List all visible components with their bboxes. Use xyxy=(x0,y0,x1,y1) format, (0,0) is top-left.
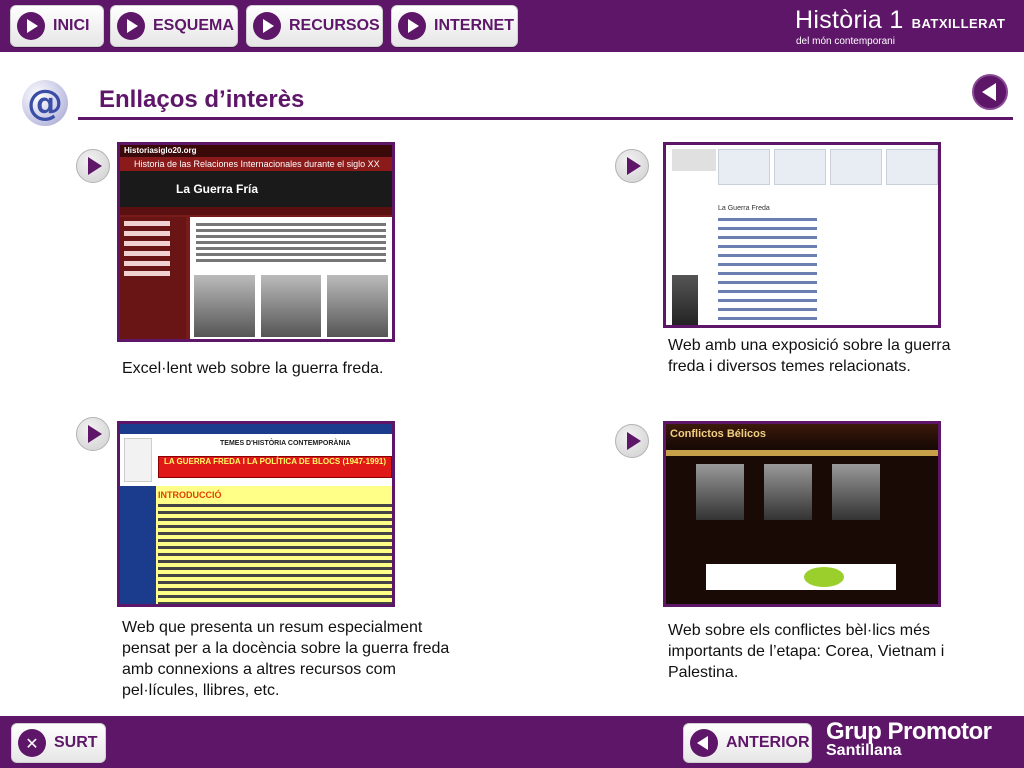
thumb-logo xyxy=(124,438,152,482)
previous-button[interactable]: ANTERIOR xyxy=(683,723,812,763)
play-icon xyxy=(627,432,641,450)
at-sign-icon: @ xyxy=(22,80,68,126)
thumb-sidebar xyxy=(120,486,156,604)
link-1-thumbnail[interactable]: Historiasiglo20.org Historia de las Rela… xyxy=(117,142,395,342)
thumb-header: Historiasiglo20.org xyxy=(120,145,392,157)
thumb-banner: La Guerra Fría xyxy=(120,171,392,207)
link-4-description: Web sobre els conflictes bèl·lics més im… xyxy=(668,622,945,681)
back-arrow-button[interactable] xyxy=(972,74,1008,110)
previous-label: ANTERIOR xyxy=(726,734,810,751)
brand-name: Història 1 xyxy=(795,6,904,34)
link-2-description: Web amb una exposició sobre la guerra fr… xyxy=(668,337,951,375)
play-icon xyxy=(88,157,102,175)
brand-title: Història 1 BATXILLERAT del món contempora… xyxy=(795,6,1006,47)
exit-button[interactable]: ✕ SURT xyxy=(11,723,106,763)
thumb-portrait xyxy=(672,275,698,325)
thumb-banner-title: LA GUERRA FREDA I LA POLÍTICA DE BLOCS (… xyxy=(163,457,387,466)
brand-level: BATXILLERAT xyxy=(911,16,1006,31)
exit-label: SURT xyxy=(54,734,98,751)
thumb-logo xyxy=(672,149,716,171)
thumb-sidebar xyxy=(120,217,186,339)
page-title: Enllaços d’interès xyxy=(99,86,305,113)
thumb-heading: Conflictos Bélicos xyxy=(670,428,766,440)
nav-button-inici[interactable]: INICI xyxy=(10,5,104,47)
play-link-2-button[interactable] xyxy=(615,149,649,183)
thumb-header: TEMES D'HISTÒRIA CONTEMPORÀNIA LA GUERRA… xyxy=(120,434,392,486)
brand-subtitle: del món contemporani xyxy=(796,36,895,47)
thumb-header: Conflictos Bélicos xyxy=(666,424,938,446)
play-link-1-button[interactable] xyxy=(76,149,110,183)
title-divider xyxy=(78,117,1013,120)
nav-button-esquema[interactable]: ESQUEMA xyxy=(110,5,238,47)
thumb-banner: LA GUERRA FREDA I LA POLÍTICA DE BLOCS (… xyxy=(158,456,392,478)
nav-label: RECURSOS xyxy=(289,17,380,34)
thumb-link-list: La Guerra Freda xyxy=(718,205,938,325)
play-icon xyxy=(17,12,45,40)
nav-label: INICI xyxy=(53,17,90,34)
publisher-logo: Grup Promotor Santillana xyxy=(826,716,992,760)
nav-label: ESQUEMA xyxy=(153,17,234,34)
thumb-banner-title: La Guerra Fría xyxy=(176,182,259,196)
thumb-photos xyxy=(190,275,392,337)
thumb-menu xyxy=(120,207,392,215)
thumb-nav-boxes xyxy=(718,149,938,185)
back-arrow-icon xyxy=(690,729,718,757)
thumb-title: La Guerra Freda xyxy=(718,205,770,212)
link-4-thumbnail[interactable]: Conflictos Bélicos xyxy=(663,421,941,607)
link-2-thumbnail[interactable]: La Guerra Freda xyxy=(663,142,941,328)
link-1-description: Excel·lent web sobre la guerra freda. xyxy=(122,360,384,377)
link-3-thumbnail[interactable]: TEMES D'HISTÒRIA CONTEMPORÀNIA LA GUERRA… xyxy=(117,421,395,607)
nav-button-recursos[interactable]: RECURSOS xyxy=(246,5,383,47)
thumb-body: INTRODUCCIÓ xyxy=(158,490,392,604)
play-link-3-button[interactable] xyxy=(76,417,110,451)
thumb-photos xyxy=(666,456,938,520)
thumb-section: INTRODUCCIÓ xyxy=(158,490,222,500)
close-icon: ✕ xyxy=(18,729,46,757)
link-3-description: Web que presenta un resum especialment p… xyxy=(122,619,450,699)
nav-button-internet[interactable]: INTERNET xyxy=(391,5,518,47)
play-icon xyxy=(117,12,145,40)
play-icon xyxy=(627,157,641,175)
nav-label: INTERNET xyxy=(434,17,514,34)
play-link-4-button[interactable] xyxy=(615,424,649,458)
back-arrow-icon xyxy=(981,83,996,101)
app-window: INICI ESQUEMA RECURSOS INTERNET Història… xyxy=(0,0,1024,768)
play-icon xyxy=(253,12,281,40)
thumb-ad-banner xyxy=(706,564,896,590)
play-icon xyxy=(398,12,426,40)
play-icon xyxy=(88,425,102,443)
thumb-menu xyxy=(120,424,392,434)
thumb-subtitle: Historia de las Relaciones Internacional… xyxy=(120,157,392,171)
thumb-heading: TEMES D'HISTÒRIA CONTEMPORÀNIA xyxy=(220,440,351,447)
